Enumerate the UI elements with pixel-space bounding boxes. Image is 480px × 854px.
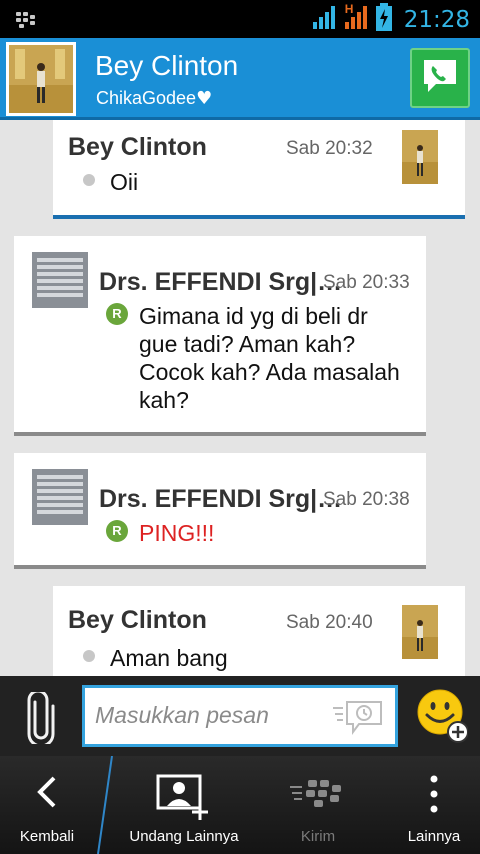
action-bar-divider <box>97 756 113 854</box>
message-text-line: gue tadi? Aman kah? <box>139 331 356 357</box>
message-text: Aman bang <box>110 645 228 671</box>
ping-message-text: PING!!! <box>139 520 215 546</box>
phone-icon <box>420 56 460 101</box>
clock: 21:28 <box>403 6 470 33</box>
network-type-label: H <box>344 2 354 16</box>
contact-status: ChikaGodee♥ <box>96 88 212 109</box>
message-time: Sab 20:40 <box>286 612 373 633</box>
message-text-line: Cocok kah? Ada masalah <box>139 359 400 385</box>
back-label: Kembali <box>19 828 75 845</box>
message-text: Gimana id yg di beli dr gue tadi? Aman k… <box>139 302 400 414</box>
read-receipt-icon: R <box>106 303 128 325</box>
message-input[interactable] <box>95 702 335 729</box>
speech-bubble-icon <box>331 698 385 741</box>
back-button[interactable]: Kembali <box>0 756 94 854</box>
bbm-send-icon <box>268 774 368 814</box>
heart-emoji-icon: ♥ <box>196 88 213 109</box>
message-bubble[interactable]: Bey Clinton Sab 20:32 Oii <box>53 120 465 219</box>
message-sender: Bey Clinton <box>68 133 207 161</box>
compose-bar <box>0 676 480 756</box>
voice-call-button[interactable] <box>410 48 470 108</box>
message-sender: Drs. EFFENDI Srg|… <box>99 485 343 513</box>
message-sender: Drs. EFFENDI Srg|… <box>99 268 343 296</box>
invite-more-label: Undang Lainnya <box>129 828 239 845</box>
battery-charging-icon <box>375 3 392 36</box>
contact-status-text: ChikaGodee <box>96 88 197 108</box>
message-sender: Bey Clinton <box>68 606 207 634</box>
add-contact-icon <box>114 774 254 822</box>
message-text: Oii <box>110 169 139 195</box>
attach-button[interactable] <box>24 689 58 749</box>
bottom-action-bar: Kembali Undang Lainnya Kirim Lainnya <box>0 756 480 854</box>
smiley-add-icon <box>416 689 469 748</box>
sender-avatar <box>32 469 88 525</box>
read-receipt-icon: R <box>106 520 128 542</box>
send-button[interactable]: Kirim <box>268 756 368 854</box>
bbm-notification-icon <box>16 10 36 33</box>
more-options-label: Lainnya <box>407 828 461 845</box>
wifi-signal-icon <box>312 4 338 35</box>
message-bubble[interactable]: Drs. EFFENDI Srg|… Sab 20:33 R Gimana id… <box>14 236 426 436</box>
status-bar: H 21:28 <box>0 0 480 38</box>
overflow-menu-icon <box>392 774 476 814</box>
message-bubble[interactable]: Bey Clinton Sab 20:40 Aman bang <box>53 586 465 686</box>
message-time: Sab 20:32 <box>286 138 373 159</box>
message-time: Sab 20:38 <box>323 489 410 510</box>
contact-name: Bey Clinton <box>95 50 239 81</box>
delivery-status-icon <box>83 650 95 662</box>
paperclip-icon <box>24 689 58 748</box>
message-text-line: kah? <box>139 387 189 413</box>
send-label: Kirim <box>300 828 336 845</box>
chat-header: Bey Clinton ChikaGodee♥ <box>0 38 480 120</box>
chevron-left-icon <box>0 774 94 810</box>
message-input-box[interactable] <box>82 685 398 747</box>
emoticon-button[interactable] <box>416 688 469 749</box>
invite-more-button[interactable]: Undang Lainnya <box>114 756 254 854</box>
message-time: Sab 20:33 <box>323 272 410 293</box>
message-text-line: Gimana id yg di beli dr <box>139 303 368 329</box>
more-options-button[interactable]: Lainnya <box>392 756 476 854</box>
sender-avatar <box>32 252 88 308</box>
delivery-status-icon <box>83 174 95 186</box>
sender-avatar <box>402 605 438 659</box>
sender-avatar <box>402 130 438 184</box>
message-bubble[interactable]: Drs. EFFENDI Srg|… Sab 20:38 R PING!!! <box>14 453 426 569</box>
cell-signal-icon: H <box>344 2 370 35</box>
contact-avatar[interactable] <box>6 42 76 116</box>
